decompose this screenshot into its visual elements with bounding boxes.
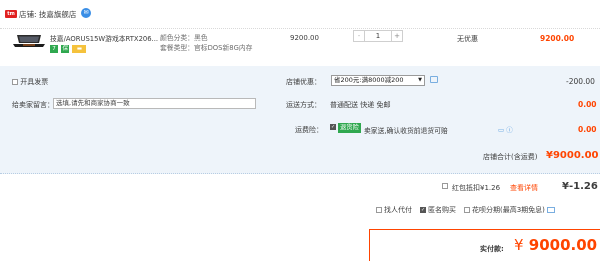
item-attributes: 颜色分类：黑色 套餐类型：官标DOS新8G内存 xyxy=(160,33,252,53)
anonymous-label: 匿名购买 xyxy=(428,206,456,214)
message-label: 给卖家留言： xyxy=(12,101,54,109)
attr-color: 颜色分类：黑色 xyxy=(160,34,208,42)
unit-price: 9200.00 xyxy=(290,34,319,42)
help-question-icon[interactable]: ▭ ⓘ xyxy=(498,124,513,134)
order-options-panel: 开具发票 店铺优惠： 省200元:满8000减200 ▼ -200.00 给卖家… xyxy=(0,66,600,174)
store-total: ¥9000.00 xyxy=(546,150,599,161)
anonymous-option[interactable]: 匿名购买 xyxy=(420,205,456,215)
redpacket-label: 红包抵扣¥1.26 xyxy=(452,184,501,192)
item-promotion: 无优惠 xyxy=(457,35,478,43)
shop-promo-label: 店铺优惠： xyxy=(286,78,321,86)
invoice-label: 开具发票 xyxy=(20,78,49,86)
quantity-minus-button[interactable]: - xyxy=(354,31,365,41)
tmall-icon: tm xyxy=(5,10,17,18)
total-label: 实付款: xyxy=(480,245,504,253)
item-subtotal: 9200.00 xyxy=(540,34,575,43)
redpacket-checkbox[interactable] xyxy=(442,183,448,189)
payment-options: 找人代付 匿名购买 花呗分期(最高3期免息) xyxy=(376,205,555,215)
store-total-label: 店铺合计(含运费) xyxy=(483,153,538,161)
huabei-option[interactable]: 花呗分期(最高3期免息) xyxy=(464,205,555,215)
guarantee-badge[interactable]: 保 xyxy=(61,45,70,53)
anonymous-checkbox[interactable] xyxy=(420,207,426,213)
seven-day-return-badge[interactable]: 7 xyxy=(50,45,58,53)
wangwang-chat-icon[interactable]: ✉ xyxy=(81,8,91,18)
attr-package: 套餐类型：官标DOS新8G内存 xyxy=(160,44,253,52)
insurance-price: 0.00 xyxy=(578,125,597,134)
insurance-text: 卖家送,确认收货前退货可赔 xyxy=(364,127,448,135)
shipping-label: 运送方式： xyxy=(286,101,321,109)
quantity-plus-button[interactable]: + xyxy=(391,31,402,41)
redpacket-amount: ¥-1.26 xyxy=(562,181,598,192)
shipping-method: 普通配送 快递 免邮 xyxy=(330,101,391,109)
chat-bubble-icon[interactable] xyxy=(430,76,438,83)
shipping-price: 0.00 xyxy=(578,100,597,109)
service-badges: 7 保 ▬ xyxy=(50,44,87,53)
item-title-link[interactable]: 技嘉/AORUS15W游戏本RTX206... xyxy=(50,33,160,43)
quantity-stepper: - 1 + xyxy=(353,30,403,42)
shop-promo-select[interactable]: 省200元:满8000减200 ▼ xyxy=(331,75,425,86)
proxy-pay-option[interactable]: 找人代付 xyxy=(376,205,412,215)
huabei-label: 花呗分期(最高3期免息) xyxy=(472,206,545,214)
credit-card-icon[interactable]: ▬ xyxy=(72,45,87,53)
redpacket-details-link[interactable]: 查看详情 xyxy=(510,183,538,193)
quantity-input[interactable]: 1 xyxy=(365,31,391,41)
proxy-pay-label: 找人代付 xyxy=(384,206,412,214)
laptop-thumbnail[interactable] xyxy=(11,33,47,50)
insurance-checkbox[interactable] xyxy=(330,124,336,130)
store-header: tm 店铺: 技嘉旗舰店 ✉ xyxy=(0,0,600,28)
chat-bubble-icon[interactable] xyxy=(546,207,555,213)
invoice-option[interactable]: 开具发票 xyxy=(12,77,48,87)
store-name[interactable]: 店铺: 技嘉旗舰店 xyxy=(19,9,76,20)
return-insurance-tag: 退货险 xyxy=(338,123,361,133)
huabei-checkbox[interactable] xyxy=(464,207,470,213)
yen-symbol: ¥ xyxy=(514,236,524,254)
invoice-checkbox[interactable] xyxy=(12,79,18,85)
shop-discount: -200.00 xyxy=(566,77,595,86)
total-amount: ¥ 9000.00 xyxy=(514,236,597,254)
order-item-row: 技嘉/AORUS15W游戏本RTX206... 7 保 ▬ 颜色分类：黑色 套餐… xyxy=(0,28,600,66)
insurance-label: 运费险： xyxy=(295,126,323,134)
seller-message-input[interactable]: 选填,请先和商家协商一致 xyxy=(53,98,256,109)
total-amount-value: 9000.00 xyxy=(528,236,598,254)
proxy-pay-checkbox[interactable] xyxy=(376,207,382,213)
shop-promo-value: 省200元:满8000减200 xyxy=(334,76,404,84)
dropdown-arrow-icon: ▼ xyxy=(418,77,422,83)
